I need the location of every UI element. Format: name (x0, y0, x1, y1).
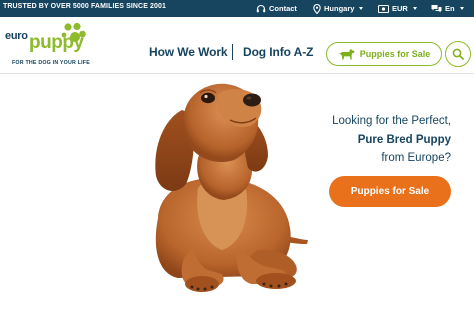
trust-text: TRUSTED BY OVER 5000 FAMILIES SINCE 2001 (3, 3, 166, 10)
headset-icon (256, 4, 266, 12)
banknote-icon (378, 4, 389, 13)
main-header: euro puppy FOR THE DOG IN YOUR LIFE How … (0, 17, 474, 74)
chat-bubbles-icon (431, 4, 442, 12)
currency-label: EUR (392, 4, 408, 13)
paw-print-icon (61, 22, 86, 42)
hero-line-2: Pure Bred Puppy (357, 133, 451, 146)
puppies-for-sale-nav-label: Puppies for Sale (359, 49, 431, 59)
chevron-down-icon (359, 7, 364, 10)
hero-line-3: from Europe? (381, 152, 451, 164)
dachshund-puppy-image (155, 83, 308, 292)
contact-label: Contact (269, 4, 297, 13)
language-label: En (445, 4, 455, 13)
country-selector[interactable]: Hungary (313, 2, 364, 15)
logo-euro-text: euro (5, 30, 28, 42)
hero-line-1: Looking for the Perfect, (332, 115, 451, 127)
country-label: Hungary (324, 4, 355, 13)
dog-silhouette-icon (338, 48, 355, 60)
logo-tagline: FOR THE DOG IN YOUR LIFE (12, 60, 90, 66)
puppies-for-sale-nav-button[interactable]: Puppies for Sale (326, 42, 442, 66)
search-icon (452, 48, 464, 60)
search-button[interactable] (445, 41, 471, 67)
nav-divider (232, 44, 233, 60)
contact-link[interactable]: Contact (256, 2, 297, 15)
map-pin-icon (313, 3, 321, 14)
nav-how-we-work[interactable]: How We Work (149, 45, 228, 59)
europuppy-logo[interactable]: euro puppy FOR THE DOG IN YOUR LIFE (5, 20, 105, 70)
language-selector[interactable]: En (431, 2, 464, 15)
puppies-for-sale-cta-button[interactable]: Puppies for Sale (329, 176, 451, 207)
nav-dog-info[interactable]: Dog Info A-Z (243, 45, 313, 59)
top-bar: TRUSTED BY OVER 5000 FAMILIES SINCE 2001… (0, 0, 474, 17)
hero-tagline: Looking for the Perfect, Pure Bred Puppy… (332, 112, 451, 168)
chevron-down-icon (412, 7, 417, 10)
chevron-down-icon (459, 7, 464, 10)
currency-selector[interactable]: EUR (378, 2, 417, 15)
